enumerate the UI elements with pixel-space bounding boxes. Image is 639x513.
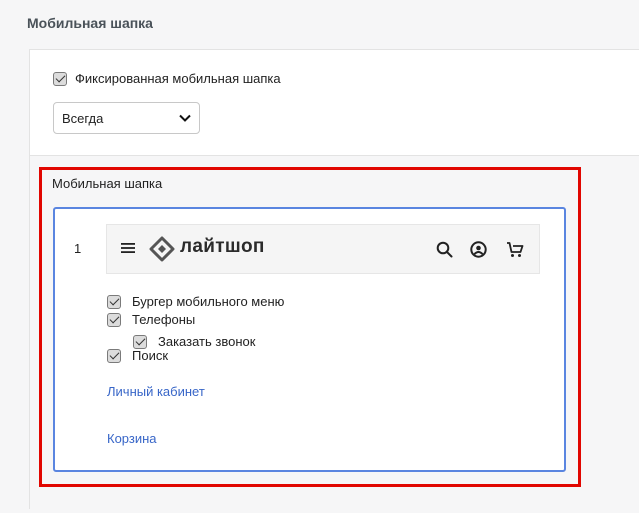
search-icon[interactable]	[436, 241, 453, 258]
mode-select[interactable]: Всегда	[53, 102, 200, 134]
fixed-header-checkbox[interactable]	[53, 71, 67, 86]
fixed-header-label: Фиксированная мобильная шапка	[75, 71, 281, 86]
option-search-checkbox[interactable]	[107, 348, 121, 363]
option-callback[interactable]: Заказать звонок	[133, 334, 255, 349]
section-title: Мобильная шапка	[27, 15, 153, 31]
burger-icon	[121, 243, 135, 253]
option-callback-label: Заказать звонок	[158, 334, 256, 349]
chevron-down-icon	[179, 114, 191, 122]
user-icon[interactable]	[470, 241, 487, 258]
logo-icon	[149, 236, 175, 262]
logo-text: лайтшоп	[180, 236, 265, 257]
account-link[interactable]: Личный кабинет	[107, 384, 205, 399]
cart-icon[interactable]	[506, 241, 524, 258]
option-burger[interactable]: Бургер мобильного меню	[107, 294, 284, 309]
row-number: 1	[74, 241, 82, 256]
option-search-label: Поиск	[132, 348, 169, 363]
option-phones-label: Телефоны	[132, 312, 196, 327]
cart-link[interactable]: Корзина	[107, 431, 157, 446]
fixed-header-option[interactable]: Фиксированная мобильная шапка	[53, 71, 281, 86]
option-search[interactable]: Поиск	[107, 348, 168, 363]
mode-select-value: Всегда	[62, 110, 104, 126]
option-callback-checkbox[interactable]	[133, 334, 147, 349]
option-phones-checkbox[interactable]	[107, 312, 121, 327]
option-phones[interactable]: Телефоны	[107, 312, 195, 327]
mobile-header-label: Мобильная шапка	[52, 176, 163, 191]
option-burger-label: Бургер мобильного меню	[132, 294, 285, 309]
option-burger-checkbox[interactable]	[107, 294, 121, 309]
